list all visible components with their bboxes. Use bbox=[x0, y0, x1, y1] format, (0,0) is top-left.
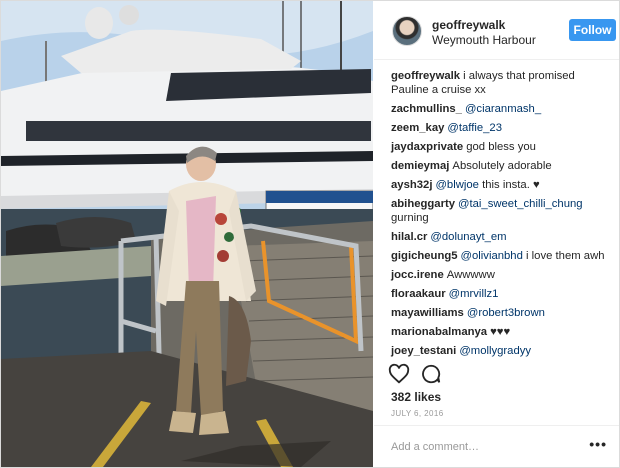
comment-mention[interactable]: @blwjoe bbox=[435, 179, 479, 191]
comment-mention[interactable]: @dolunayt_em bbox=[430, 231, 506, 243]
comment-mention[interactable]: @tai_sweet_chilli_chung bbox=[458, 198, 583, 210]
post-actions bbox=[388, 361, 508, 389]
comment-mention[interactable]: @mrvillz1 bbox=[449, 288, 499, 300]
post-date: JULY 6, 2016 bbox=[391, 409, 444, 418]
comment-username[interactable]: gigicheung5 bbox=[391, 250, 458, 262]
post-photo[interactable] bbox=[1, 1, 373, 467]
comment-mention[interactable]: @ciaranmash_ bbox=[465, 103, 541, 115]
comment-item: jocc.irene Awwwww bbox=[391, 268, 613, 282]
comment-username[interactable]: aysh32j bbox=[391, 179, 432, 191]
more-options-icon[interactable]: ••• bbox=[589, 436, 607, 452]
comment-item: jaydaxprivate god bless you bbox=[391, 140, 613, 154]
comment-text: i love them awh bbox=[526, 250, 605, 262]
post-author-username[interactable]: geoffreywalk bbox=[432, 18, 505, 32]
comment-username[interactable]: geoffreywalk bbox=[391, 70, 460, 82]
post-sidebar: geoffreywalk Weymouth Harbour Follow geo… bbox=[374, 1, 619, 467]
comment-text: ♥♥♥ bbox=[490, 326, 511, 338]
harbour-scene-image bbox=[1, 1, 373, 467]
comment-item: demieymaj Absolutely adorable bbox=[391, 159, 613, 173]
comment-item: joey_testani @mollygradyy bbox=[391, 344, 613, 358]
comments-list: geoffreywalk i always that promised Pauli… bbox=[391, 69, 613, 363]
comment-username[interactable]: jaydaxprivate bbox=[391, 141, 463, 153]
add-comment-input[interactable]: Add a comment… bbox=[391, 441, 479, 453]
comment-text: gurning bbox=[391, 212, 429, 224]
comment-username[interactable]: floraakaur bbox=[391, 288, 446, 300]
comment-text: Awwwww bbox=[446, 269, 495, 281]
follow-button[interactable]: Follow bbox=[569, 19, 616, 41]
comment-username[interactable]: jocc.irene bbox=[391, 269, 444, 281]
comment-item: gigicheung5 @olivianbhd i love them awh bbox=[391, 249, 613, 263]
avatar[interactable] bbox=[392, 16, 422, 46]
instagram-post: geoffreywalk Weymouth Harbour Follow geo… bbox=[0, 0, 620, 468]
add-comment-bar: Add a comment… ••• bbox=[374, 425, 619, 468]
comment-item: geoffreywalk i always that promised Pauli… bbox=[391, 69, 613, 97]
comment-item: abiheggarty @tai_sweet_chilli_chung gurni… bbox=[391, 197, 613, 225]
comment-username[interactable]: hilal.cr bbox=[391, 231, 427, 243]
comment-item: zachmullins_ @ciaranmash_ bbox=[391, 102, 613, 116]
comment-mention[interactable]: @robert3brown bbox=[467, 307, 545, 319]
comment-icon[interactable] bbox=[420, 363, 442, 385]
comment-item: zeem_kay @taffie_23 bbox=[391, 121, 613, 135]
post-location[interactable]: Weymouth Harbour bbox=[432, 33, 536, 47]
post-header: geoffreywalk Weymouth Harbour Follow bbox=[374, 1, 619, 60]
comment-username[interactable]: marionabalmanya bbox=[391, 326, 487, 338]
likes-count[interactable]: 382 likes bbox=[391, 390, 441, 404]
comment-item: floraakaur @mrvillz1 bbox=[391, 287, 613, 301]
comment-username[interactable]: demieymaj bbox=[391, 160, 449, 172]
comment-mention[interactable]: @taffie_23 bbox=[447, 122, 502, 134]
comment-item: mayawilliams @robert3brown bbox=[391, 306, 613, 320]
comment-item: marionabalmanya ♥♥♥ bbox=[391, 325, 613, 339]
comment-item: hilal.cr @dolunayt_em bbox=[391, 230, 613, 244]
comment-mention[interactable]: @mollygradyy bbox=[459, 345, 531, 357]
heart-icon[interactable] bbox=[388, 363, 410, 385]
comment-username[interactable]: zachmullins_ bbox=[391, 103, 462, 115]
comment-item: aysh32j @blwjoe this insta. ♥ bbox=[391, 178, 613, 192]
comment-username[interactable]: mayawilliams bbox=[391, 307, 464, 319]
comment-username[interactable]: zeem_kay bbox=[391, 122, 444, 134]
comment-username[interactable]: abiheggarty bbox=[391, 198, 455, 210]
comment-text: this insta. ♥ bbox=[482, 179, 540, 191]
comment-text: Absolutely adorable bbox=[452, 160, 552, 172]
comment-username[interactable]: joey_testani bbox=[391, 345, 456, 357]
comment-mention[interactable]: @olivianbhd bbox=[461, 250, 523, 262]
comment-text: god bless you bbox=[466, 141, 536, 153]
